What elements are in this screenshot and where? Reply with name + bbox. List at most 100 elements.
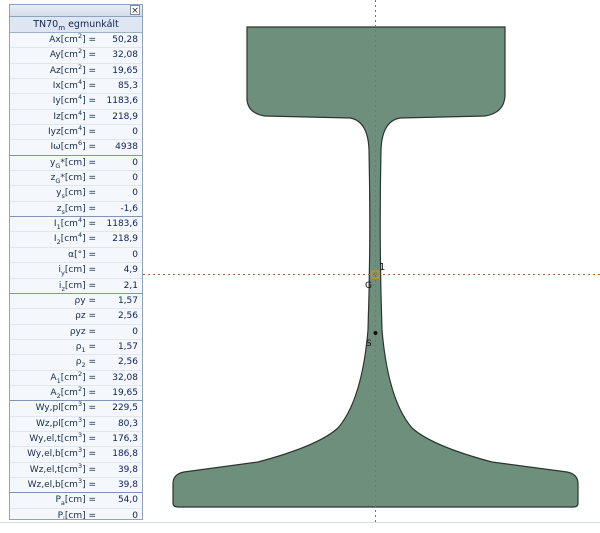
property-label: Iyz[cm4] = <box>10 125 98 139</box>
label-part: [cm <box>60 219 78 230</box>
property-row: Wz,el,t[cm3] = 39,8 <box>10 462 142 478</box>
property-value: 0 <box>132 326 138 337</box>
canvas-bottom-border <box>0 522 600 523</box>
property-row: zs[cm] = -1,6 <box>10 202 142 218</box>
property-label: Wz,pl[cm3] = <box>10 416 98 431</box>
point-g-label: G <box>365 281 372 291</box>
label-part: ] = <box>82 111 96 122</box>
property-row: ys[cm] = 0 <box>10 186 142 202</box>
property-value: 2,56 <box>117 357 138 368</box>
property-label: Ax[cm2] = <box>10 33 98 47</box>
property-value: 0 <box>132 173 138 184</box>
property-label: Wz,el,t[cm3] = <box>10 462 98 477</box>
property-value: 54,0 <box>117 495 138 506</box>
property-label: iz[cm] = <box>10 279 98 293</box>
property-row: A1[cm2] = 32,08 <box>10 370 142 386</box>
label-part: Wy,el,b[cm <box>27 449 78 460</box>
property-value: 218,9 <box>112 234 138 245</box>
property-label: Az[cm2] = <box>10 63 98 78</box>
property-label: ρ2 = <box>10 355 98 369</box>
label-part: ] = <box>82 127 96 138</box>
property-row: Wy,el,t[cm3] = 176,3 <box>10 432 142 448</box>
panel-title: TN70m egmunkált <box>10 17 142 33</box>
property-row: Ax[cm2] = 50,28 <box>10 33 142 49</box>
label-part: ρz = <box>75 311 96 322</box>
property-row: ρy = 1,57 <box>10 294 142 310</box>
property-value: 4,9 <box>123 265 138 276</box>
property-label: ρyz = <box>10 325 98 339</box>
property-label: Wy,el,b[cm3] = <box>10 447 98 461</box>
property-row: ρ1 = 1,57 <box>10 340 142 356</box>
label-part: ] = <box>82 50 96 61</box>
label-part: ] = <box>82 449 96 460</box>
label-part: ] = <box>82 387 96 398</box>
label-part: = <box>85 341 96 352</box>
property-value: 2,56 <box>117 311 138 322</box>
property-row: yG*[cm] = 0 <box>10 156 142 172</box>
property-value: 1183,6 <box>106 219 139 230</box>
property-row: Iyz[cm4] = 0 <box>10 125 142 141</box>
property-value: 85,3 <box>117 81 138 92</box>
property-value: 2,1 <box>123 280 138 291</box>
label-part: Wz,pl[cm <box>36 418 78 429</box>
label-part: ] = <box>82 142 96 153</box>
property-value: 1,57 <box>117 341 138 352</box>
property-value: 80,3 <box>117 418 138 429</box>
panel-header-bar: × <box>10 5 142 17</box>
property-value: 0 <box>132 188 138 199</box>
property-label: ρy = <box>10 294 98 308</box>
property-row: α[°] = 0 <box>10 248 142 264</box>
property-label: Ix[cm4] = <box>10 79 98 93</box>
property-row: Iy[cm4] = 1183,6 <box>10 94 142 110</box>
close-button[interactable]: × <box>130 5 140 16</box>
label-part: Iyz[cm <box>48 127 78 138</box>
label-part: [cm] = <box>64 203 96 214</box>
property-label: zG*[cm] = <box>10 171 98 185</box>
label-part: ] = <box>82 464 96 475</box>
property-row: I1[cm4] = 1183,6 <box>10 217 142 233</box>
property-value: 19,65 <box>112 65 138 76</box>
property-row: Ay[cm2] = 32,08 <box>10 48 142 64</box>
label-part: Wy,el,t[cm <box>29 433 78 444</box>
label-part: ] = <box>82 403 96 414</box>
label-part: ] = <box>82 96 96 107</box>
property-row: Iω[cm6] = 4938 <box>10 140 142 156</box>
property-label: Pa[cm] = <box>10 493 98 507</box>
property-value: 32,08 <box>112 372 138 383</box>
property-label: A1[cm2] = <box>10 370 98 385</box>
label-part: Iy[cm <box>52 96 78 107</box>
label-part: *[cm] = <box>60 173 96 184</box>
property-label: ys[cm] = <box>10 186 98 200</box>
label-part: α[°] = <box>68 249 96 260</box>
label-part: [cm] = <box>64 280 96 291</box>
property-value: 1183,6 <box>106 96 139 107</box>
property-value: 0 <box>132 510 138 520</box>
label-part: Wy,pl[cm <box>35 403 78 414</box>
property-row: Iz[cm4] = 218,9 <box>10 109 142 126</box>
property-value: 32,08 <box>112 50 138 61</box>
property-value: 218,9 <box>112 111 138 122</box>
label-part: ] = <box>82 234 96 245</box>
property-value: 0 <box>132 127 138 138</box>
shear-center-point[interactable] <box>373 331 378 335</box>
label-part: [cm] = <box>64 510 96 520</box>
label-part: [cm] = <box>64 265 96 276</box>
label-part: Wz,el,b[cm <box>27 479 78 490</box>
property-row: Wy,el,b[cm3] = 186,8 <box>10 447 142 463</box>
property-row: ρyz = 0 <box>10 325 142 340</box>
title-base: TN70 <box>33 19 59 30</box>
property-value: 176,3 <box>112 433 138 444</box>
property-row: I2[cm4] = 218,9 <box>10 232 142 248</box>
label-part: ] = <box>82 35 96 45</box>
property-label: zs[cm] = <box>10 202 98 216</box>
property-value: 186,8 <box>112 449 138 460</box>
point-s-label: S <box>366 339 372 349</box>
label-part: Iz[cm <box>53 111 78 122</box>
label-part: [cm <box>60 234 78 245</box>
property-value: 0 <box>132 157 138 168</box>
property-label: Pi[cm] = <box>10 509 98 520</box>
property-label: α[°] = <box>10 248 98 262</box>
property-label: Wz,el,b[cm3] = <box>10 478 98 492</box>
label-part: ] = <box>82 219 96 230</box>
label-part: Wz,el,t[cm <box>29 464 78 475</box>
